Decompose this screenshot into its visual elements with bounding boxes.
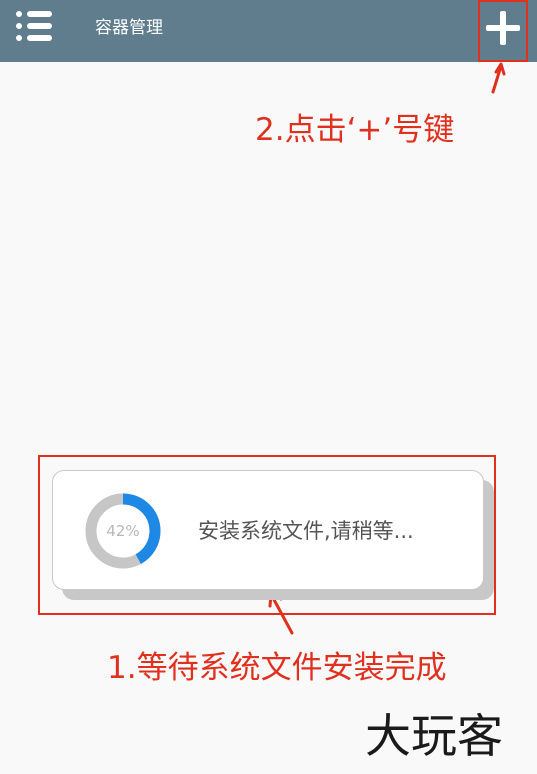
annotation-step-1: 1.等待系统文件安装完成 xyxy=(107,650,447,686)
install-progress-dialog: 42% 安装系统文件,请稍等... xyxy=(52,470,484,590)
progress-percent: 42% xyxy=(106,522,140,540)
install-status-text: 安装系统文件,请稍等... xyxy=(198,519,414,543)
watermark-text: 大玩客 xyxy=(365,709,503,763)
arrow-to-add-button xyxy=(491,62,506,94)
screen: { "toolbar": { "title": "容器管理", "menu_ic… xyxy=(0,0,537,774)
